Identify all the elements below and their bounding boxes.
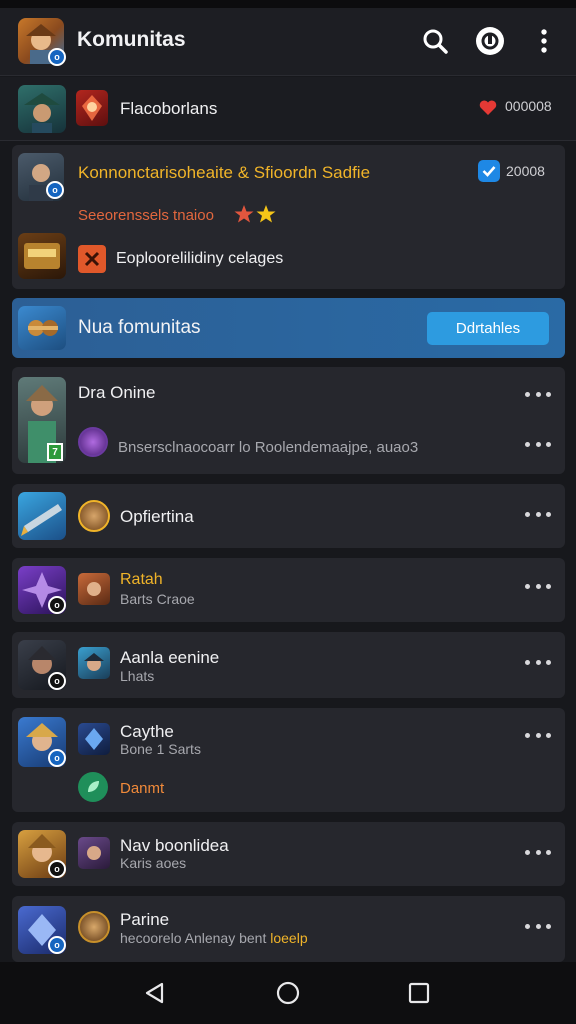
community-avatar: 7 xyxy=(18,377,66,463)
community-title: Aanla eenine xyxy=(120,648,220,667)
community-subtitle: Bnsersclnaocoarr lo Roolendemaajpe, auao… xyxy=(118,439,419,456)
community-avatar: o xyxy=(18,717,66,767)
verified-badge-icon: o xyxy=(48,596,66,614)
community-title: Ratah xyxy=(120,571,163,588)
join-community-banner[interactable]: Nua fomunitas Ddrtahles xyxy=(12,298,565,358)
community-subtitle-highlight: loeelp xyxy=(270,930,308,946)
verified-badge-icon: o xyxy=(48,860,66,878)
page-title: Komunitas xyxy=(77,28,186,51)
app-logo: o xyxy=(18,18,66,66)
star-icon xyxy=(234,204,276,229)
community-card[interactable]: o Caythe Bone 1 Sarts Danmt xyxy=(12,708,565,812)
community-card[interactable]: Opfiertina xyxy=(12,484,565,548)
community-sub-icon xyxy=(78,500,110,532)
level-badge-icon: 7 xyxy=(47,443,63,461)
more-options-icon[interactable] xyxy=(525,842,551,862)
community-subtitle: Bone 1 Sarts xyxy=(120,741,201,757)
community-subtitle: Barts Craoe xyxy=(120,591,195,607)
profile-icon[interactable] xyxy=(473,24,507,58)
verified-badge-icon: o xyxy=(46,181,64,199)
community-card[interactable]: o Ratah Barts Craoe xyxy=(12,558,565,622)
featured-community-row[interactable]: Flacoborlans 000008 xyxy=(0,77,576,141)
highlight-title: Konnonctarisoheaite & Sfioordn Sadfie xyxy=(78,163,371,182)
community-sub-icon xyxy=(78,427,108,457)
verified-badge-icon: o xyxy=(48,749,66,767)
community-subtitle-text: hecoorelo Anlenay bent xyxy=(120,930,267,946)
community-sub-icon xyxy=(78,647,110,679)
join-button[interactable]: Ddrtahles xyxy=(427,312,549,345)
leaf-icon xyxy=(78,772,108,802)
verified-badge-icon: o xyxy=(48,936,66,954)
recents-icon[interactable] xyxy=(406,980,432,1006)
app-bar: o Komunitas xyxy=(0,8,576,76)
community-sub-icon xyxy=(78,911,110,943)
community-title: Opfiertina xyxy=(120,507,194,526)
community-avatar: o xyxy=(18,830,66,878)
more-options-icon[interactable] xyxy=(525,576,551,596)
highlight-subtitle: Seeorenssels tnaioo xyxy=(78,207,214,224)
community-sub-icon xyxy=(78,837,110,869)
community-sub-icon xyxy=(78,573,110,605)
highlight-avatar: o xyxy=(18,153,64,201)
status-bar xyxy=(0,0,576,8)
community-card[interactable]: o Aanla eenine Lhats xyxy=(12,632,565,698)
featured-like-count: 000008 xyxy=(505,98,552,114)
more-options-icon[interactable] xyxy=(525,725,551,745)
verified-check-icon xyxy=(478,160,500,182)
community-subtitle: Karis aoes xyxy=(120,855,187,871)
community-sub-icon xyxy=(78,723,110,755)
highlight-card[interactable]: o Konnonctarisoheaite & Sfioordn Sadfie … xyxy=(12,145,565,289)
community-avatar: o xyxy=(18,906,66,954)
verified-badge-icon: o xyxy=(48,48,66,66)
more-options-icon[interactable] xyxy=(525,504,551,524)
community-extra: Danmt xyxy=(120,780,165,797)
overflow-menu-icon[interactable] xyxy=(527,24,561,58)
sub-item-thumbnail xyxy=(18,233,66,279)
community-title: Nav boonlidea xyxy=(120,836,229,855)
more-options-icon[interactable] xyxy=(525,652,551,672)
community-card[interactable]: o Parine hecoorelo Anlenay bent loeelp xyxy=(12,896,565,962)
sub-item-icon xyxy=(78,245,106,273)
featured-title: Flacoborlans xyxy=(120,99,218,118)
home-icon[interactable] xyxy=(275,980,301,1006)
highlight-count: 20008 xyxy=(506,163,545,179)
back-icon[interactable] xyxy=(142,980,168,1006)
community-subtitle: hecoorelo Anlenay bent loeelp xyxy=(120,930,308,946)
more-options-icon[interactable] xyxy=(525,434,551,454)
community-card[interactable]: 7 Dra Onine Bnsersclnaocoarr lo Roolende… xyxy=(12,367,565,474)
community-avatar: o xyxy=(18,566,66,614)
community-title: Parine xyxy=(120,910,170,929)
featured-game-icon xyxy=(76,90,108,126)
sub-item-title: Eoploorelilidiny celages xyxy=(116,250,284,267)
featured-avatar xyxy=(18,85,66,133)
community-title: Caythe xyxy=(120,722,174,741)
community-avatar: o xyxy=(18,640,66,690)
join-banner-title: Nua fomunitas xyxy=(78,317,201,338)
verified-badge-icon: o xyxy=(48,672,66,690)
more-options-icon[interactable] xyxy=(525,384,551,404)
heart-icon[interactable] xyxy=(478,98,498,123)
system-navigation-bar xyxy=(0,962,576,1024)
community-title: Dra Onine xyxy=(78,383,156,402)
community-subtitle: Lhats xyxy=(120,668,155,684)
more-options-icon[interactable] xyxy=(525,916,551,936)
join-banner-icon xyxy=(18,306,66,350)
search-icon[interactable] xyxy=(418,24,452,58)
community-card[interactable]: o Nav boonlidea Karis aoes xyxy=(12,822,565,886)
community-avatar xyxy=(18,492,66,540)
